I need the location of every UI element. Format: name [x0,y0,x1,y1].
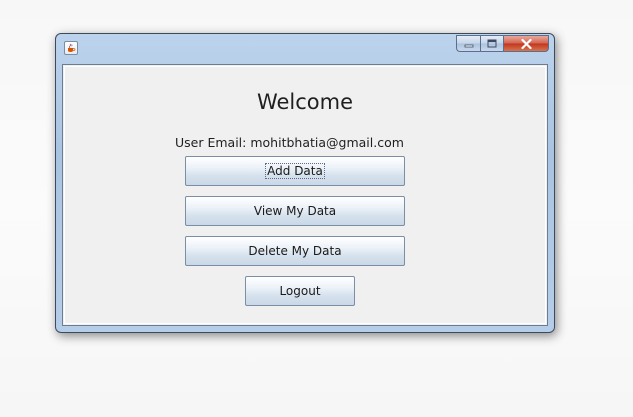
user-email-value: mohitbhatia@gmail.com [250,135,404,150]
window-controls [456,35,549,52]
close-button[interactable] [504,35,549,52]
title-bar[interactable] [56,34,554,61]
content-inner: Welcome User Email: mohitbhatia@gmail.co… [64,66,546,324]
app-window: Welcome User Email: mohitbhatia@gmail.co… [55,33,555,333]
maximize-button[interactable] [480,35,504,52]
minimize-button[interactable] [456,35,480,52]
user-email-label: User Email: [175,135,247,150]
view-my-data-label: View My Data [253,204,337,218]
view-my-data-button[interactable]: View My Data [185,196,405,226]
user-email-line: User Email: mohitbhatia@gmail.com [175,135,404,150]
welcome-heading: Welcome [256,90,354,114]
add-data-button[interactable]: Add Data [185,156,405,186]
maximize-icon [487,39,497,48]
logout-label: Logout [279,284,321,298]
desktop-background: Welcome User Email: mohitbhatia@gmail.co… [0,0,633,417]
delete-my-data-label: Delete My Data [248,244,342,258]
logout-button[interactable]: Logout [245,276,355,306]
content-panel: Welcome User Email: mohitbhatia@gmail.co… [62,64,548,326]
delete-my-data-button[interactable]: Delete My Data [185,236,405,266]
close-icon [520,38,532,49]
minimize-icon [464,44,473,47]
java-cup-icon[interactable] [64,41,78,55]
add-data-label: Add Data [265,163,325,179]
